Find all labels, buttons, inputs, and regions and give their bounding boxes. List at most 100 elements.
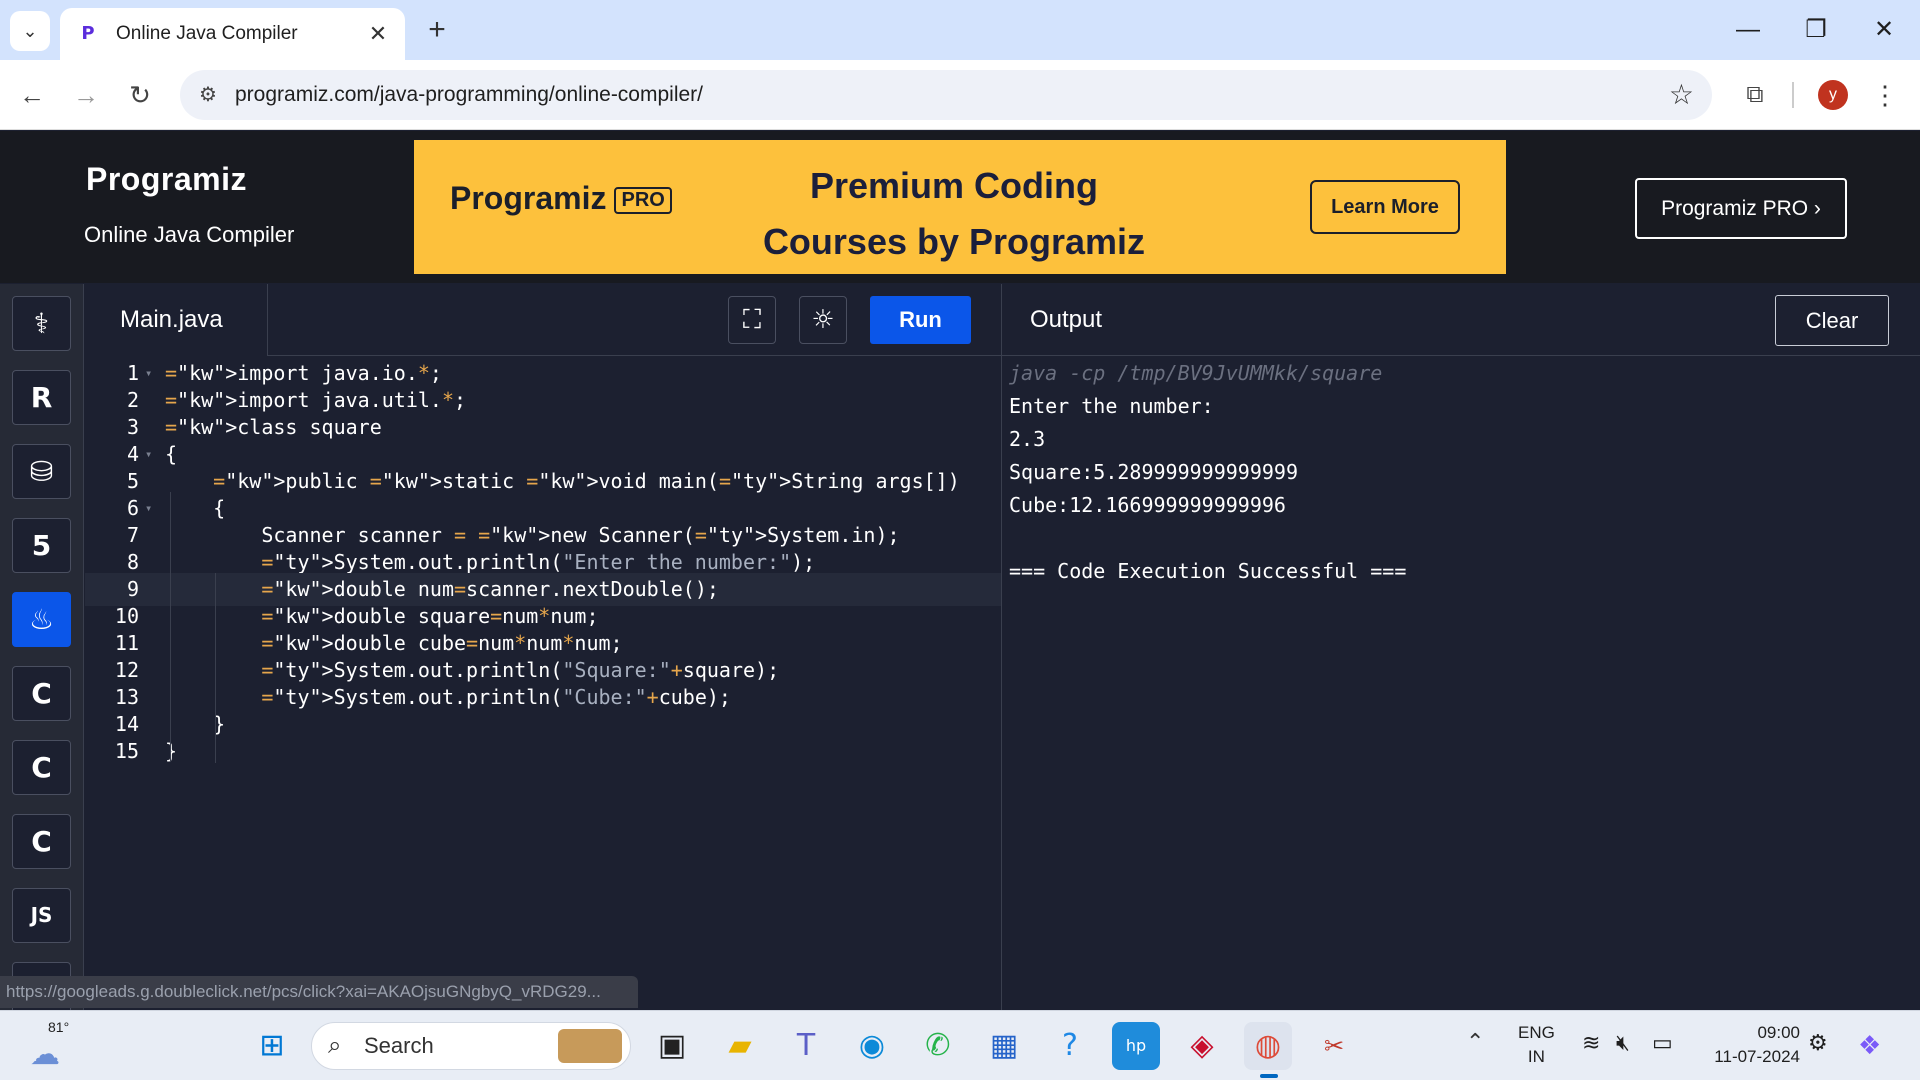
output-console[interactable]: java -cp /tmp/BV9JvUMMkk/square Enter the…: [1009, 357, 1406, 588]
input-language[interactable]: ENG IN: [1518, 1021, 1555, 1069]
bookmark-star-icon[interactable]: ☆: [1669, 79, 1694, 111]
code-editor-panel: Main.java ⛶ ☼ Run 1 ▾ ="kw">import java.io…: [85, 284, 1001, 1010]
browser-tab-active[interactable]: P Online Java Compiler ✕: [60, 8, 405, 60]
language-sidebar: ⚕ R ⛁ 5 ♨ C C C JS GO: [0, 284, 84, 1017]
browser-toolbar: ← → ↻ ⚙ programiz.com/java-programming/o…: [0, 60, 1920, 130]
copilot-icon[interactable]: ❖: [1858, 1031, 1881, 1061]
profile-avatar[interactable]: y: [1818, 80, 1848, 110]
back-arrow-icon[interactable]: ←: [12, 75, 52, 115]
browser-tabstrip: ⌄ P Online Java Compiler ✕ + — ❐ ✕: [0, 0, 1920, 60]
sidebar-item-cpp[interactable]: C: [12, 740, 71, 795]
weather-widget[interactable]: 81° ☁: [26, 1019, 76, 1073]
tray-clock[interactable]: 09:00 11-07-2024: [1700, 1021, 1800, 1069]
c-icon: C: [31, 677, 52, 710]
sidebar-item-html[interactable]: 5: [12, 518, 71, 573]
cpp-icon: C: [31, 751, 52, 784]
site-header: Programiz Online Java Compiler Programiz…: [0, 131, 1920, 283]
editor-topbar: Main.java ⛶ ☼ Run: [85, 284, 1001, 356]
output-topbar: Output Clear: [1002, 284, 1920, 356]
speaker-muted-icon[interactable]: 🔇︎: [1616, 1031, 1630, 1056]
file-explorer-icon[interactable]: ▰: [716, 1022, 764, 1070]
indent-guide: [170, 492, 171, 762]
output-line: 2.3: [1009, 427, 1046, 451]
output-command-line: java -cp /tmp/BV9JvUMMkk/square: [1009, 361, 1383, 385]
sidebar-item-csharp[interactable]: C: [12, 814, 71, 869]
window-close-icon[interactable]: ✕: [1864, 12, 1904, 48]
programiz-favicon-icon: P: [81, 23, 95, 44]
tray-language-code: ENG: [1518, 1023, 1555, 1042]
java-icon: ♨: [28, 603, 55, 636]
fullscreen-icon[interactable]: ⛶: [728, 296, 776, 344]
taskbar-search-label: Search: [364, 1033, 434, 1058]
snipping-tool-icon[interactable]: ✂: [1310, 1022, 1358, 1070]
indent-guide: [215, 573, 216, 763]
learn-more-button[interactable]: Learn More: [1310, 180, 1460, 234]
python-icon: ⚕: [33, 307, 50, 340]
windows-start-icon[interactable]: ⊞: [248, 1022, 296, 1070]
sidebar-item-java[interactable]: ♨: [12, 592, 71, 647]
database-icon: ⛁: [29, 455, 54, 488]
site-settings-icon[interactable]: ⚙: [194, 81, 222, 109]
csharp-icon: C: [31, 825, 52, 858]
programiz-logo[interactable]: Programiz: [86, 161, 247, 198]
edge-icon[interactable]: ◉: [848, 1022, 896, 1070]
sidebar-item-c[interactable]: C: [12, 666, 71, 721]
r-icon: R: [30, 381, 53, 414]
task-view-icon[interactable]: ▣: [648, 1022, 696, 1070]
output-panel: Output Clear java -cp /tmp/BV9JvUMMkk/sq…: [1001, 284, 1920, 1010]
run-button[interactable]: Run: [870, 296, 971, 344]
tab-search-button[interactable]: ⌄: [10, 11, 50, 51]
page-subtitle: Online Java Compiler: [84, 222, 295, 247]
address-bar[interactable]: ⚙ programiz.com/java-programming/online-…: [180, 70, 1712, 120]
sidebar-item-sql[interactable]: ⛁: [12, 444, 71, 499]
get-help-icon[interactable]: ?: [1046, 1022, 1094, 1070]
code-line[interactable]: 15}: [85, 735, 1001, 768]
mcafee-icon[interactable]: ◈: [1178, 1022, 1226, 1070]
battery-icon[interactable]: ▭: [1652, 1031, 1673, 1056]
browser-menu-icon[interactable]: ⋮: [1870, 75, 1900, 115]
theme-toggle-sun-icon[interactable]: ☼: [799, 296, 847, 344]
programiz-pro-button[interactable]: Programiz PRO ›: [1635, 178, 1847, 239]
code-text: }: [165, 739, 178, 763]
clock-date: 11-07-2024: [1714, 1047, 1800, 1066]
new-tab-button[interactable]: +: [420, 14, 454, 48]
extensions-icon[interactable]: ⧉: [1735, 75, 1775, 115]
windows-taskbar: 81° ☁ ⊞ ⌕ Search ▣ ▰ T ◉ ✆ ▦ ? hp ◈ ◍ ✂ …: [0, 1010, 1920, 1080]
output-line: Enter the number:: [1009, 394, 1214, 418]
reload-icon[interactable]: ↻: [120, 75, 160, 115]
status-link-preview: https://googleads.g.doubleclick.net/pcs/…: [0, 976, 638, 1008]
output-line: === Code Execution Successful ===: [1009, 559, 1407, 583]
clock-time: 09:00: [1757, 1023, 1800, 1042]
sidebar-item-python[interactable]: ⚕: [12, 296, 71, 351]
tab-main-java[interactable]: Main.java: [85, 284, 268, 356]
forward-arrow-icon[interactable]: →: [66, 75, 106, 115]
ad-headline: Premium Coding Courses by Programiz: [762, 165, 1146, 262]
cloud-icon: ☁: [30, 1038, 60, 1071]
taskbar-search[interactable]: ⌕ Search: [311, 1022, 631, 1070]
clear-button[interactable]: Clear: [1775, 295, 1889, 346]
ad-logo-text: Programiz: [450, 180, 607, 216]
teams-icon[interactable]: T: [782, 1022, 830, 1070]
url-text[interactable]: programiz.com/java-programming/online-co…: [235, 70, 703, 120]
ad-banner[interactable]: Programiz PRO Premium Coding Courses by P…: [414, 140, 1506, 274]
weather-temperature: 81°: [48, 1019, 70, 1035]
sidebar-item-js[interactable]: JS: [12, 888, 71, 943]
html5-icon: 5: [31, 529, 52, 562]
chrome-icon[interactable]: ◍: [1244, 1022, 1292, 1070]
myhp-icon[interactable]: hp: [1112, 1022, 1160, 1070]
notification-bell-icon[interactable]: ⚙: [1808, 1031, 1828, 1056]
code-textarea[interactable]: 1 ▾ ="kw">import java.io.*; 2 ="kw">import j…: [85, 357, 1001, 1010]
tab-title: Online Java Compiler: [116, 23, 298, 44]
wifi-icon[interactable]: ≋: [1582, 1031, 1600, 1056]
active-app-indicator: [1260, 1074, 1278, 1078]
tray-chevron-up-icon[interactable]: ⌃: [1466, 1029, 1484, 1055]
restore-icon[interactable]: ❐: [1796, 12, 1836, 48]
output-line: Cube:12.166999999999996: [1009, 493, 1286, 517]
minimize-icon[interactable]: —: [1728, 12, 1768, 48]
tab-close-icon[interactable]: ✕: [365, 21, 391, 47]
whatsapp-icon[interactable]: ✆: [914, 1022, 962, 1070]
search-highlight-image: [558, 1029, 622, 1063]
sidebar-item-r[interactable]: R: [12, 370, 71, 425]
microsoft-store-icon[interactable]: ▦: [980, 1022, 1028, 1070]
